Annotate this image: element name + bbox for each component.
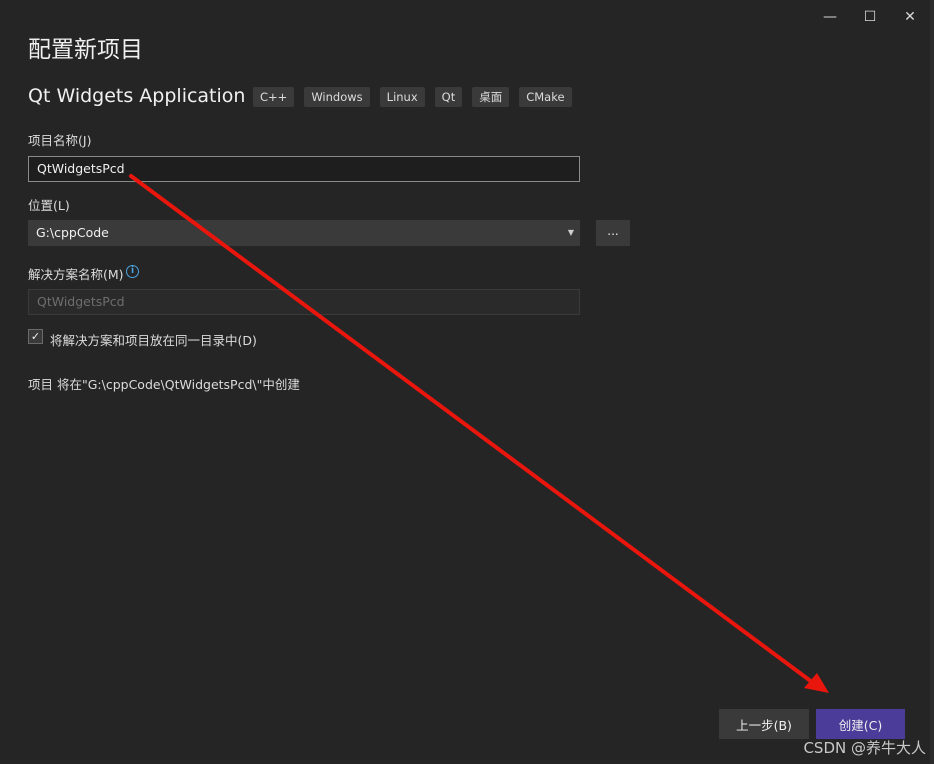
tag-linux: Linux (379, 87, 425, 107)
close-icon: ✕ (904, 9, 916, 25)
checkmark-icon: ✓ (30, 330, 41, 343)
close-button[interactable]: ✕ (890, 4, 930, 30)
template-tags: C++ Windows Linux Qt 桌面 CMake (253, 87, 572, 107)
same-dir-label[interactable]: 将解决方案和项目放在同一目录中(D) (50, 330, 257, 349)
minimize-icon: — (823, 9, 837, 25)
tag-desktop: 桌面 (472, 87, 510, 107)
creation-summary: 项目 将在"G:\cppCode\QtWidgetsPcd\"中创建 (28, 377, 300, 392)
create-button[interactable]: 创建(C) (816, 709, 905, 739)
annotation-arrow-head (804, 673, 829, 693)
location-value: G:\cppCode (36, 225, 109, 240)
tag-qt: Qt (434, 87, 463, 107)
tag-cpp: C++ (253, 87, 295, 107)
project-name-label: 项目名称(J) (28, 133, 92, 148)
page-title: 配置新项目 (28, 37, 143, 63)
maximize-button[interactable]: ☐ (850, 4, 890, 30)
background-window-edge (930, 0, 934, 764)
solution-name-label: 解决方案名称(M) (28, 267, 124, 282)
solution-name-input: QtWidgetsPcd (28, 289, 580, 315)
info-icon[interactable]: i (126, 265, 139, 278)
same-dir-checkbox[interactable]: ✓ (28, 329, 43, 344)
template-name: Qt Widgets Application (28, 85, 246, 107)
location-dropdown[interactable]: G:\cppCode ▼ (28, 220, 580, 246)
dialog-window: — ☐ ✕ 配置新项目 Qt Widgets Application C++ W… (0, 0, 931, 764)
browse-button[interactable]: ... (596, 220, 630, 246)
location-label: 位置(L) (28, 198, 70, 213)
maximize-icon: ☐ (863, 9, 877, 25)
watermark: CSDN @养牛大人 (803, 739, 926, 757)
back-button[interactable]: 上一步(B) (719, 709, 809, 739)
minimize-button[interactable]: — (810, 4, 850, 30)
tag-windows: Windows (304, 87, 370, 107)
chevron-down-icon: ▼ (567, 228, 574, 237)
project-name-input[interactable]: QtWidgetsPcd (28, 156, 580, 182)
annotation-arrow-line (129, 174, 818, 687)
tag-cmake: CMake (519, 87, 572, 107)
